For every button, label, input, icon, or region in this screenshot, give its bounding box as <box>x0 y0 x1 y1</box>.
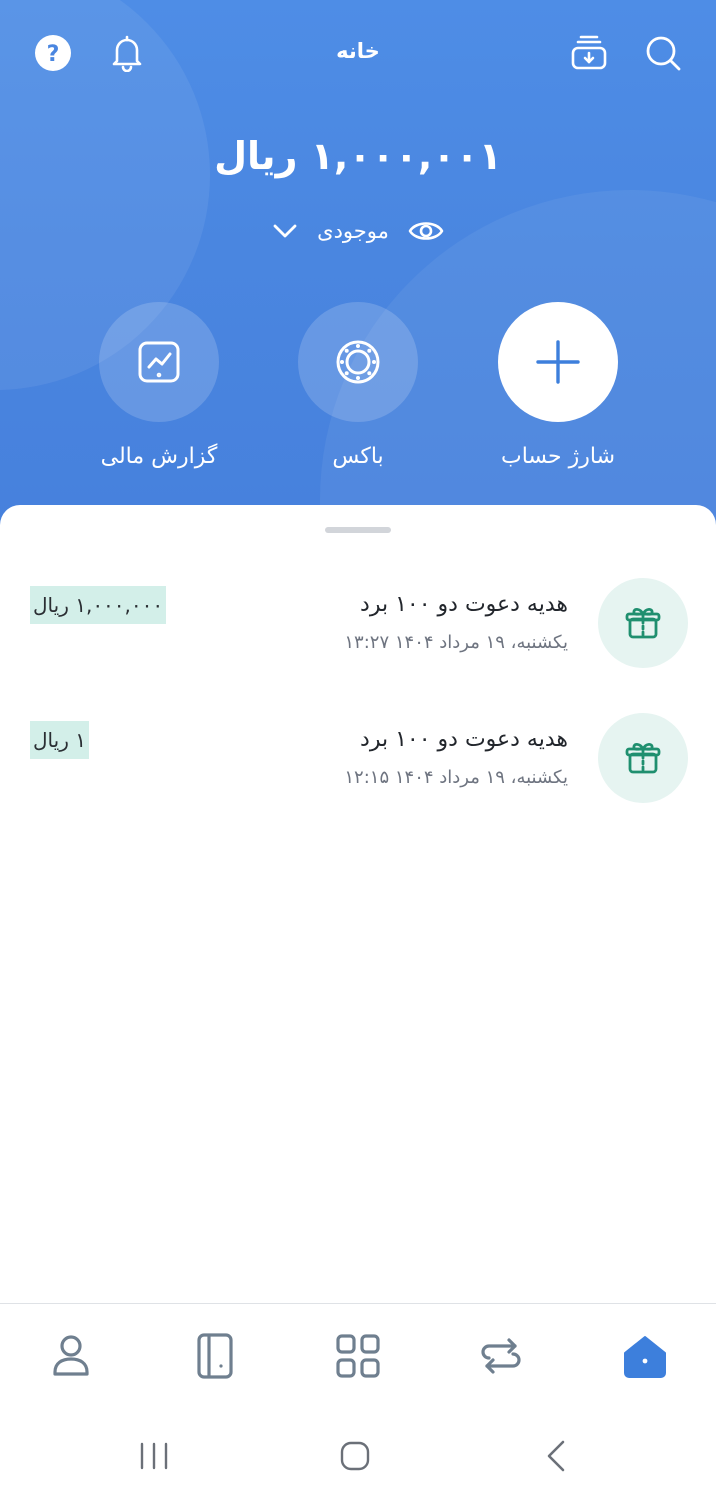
inbox-download-icon[interactable] <box>566 30 612 76</box>
page-title: خانه <box>336 39 380 63</box>
header: ? خانه ۱,۰۰۰,۰۰۱ ریال موجودی گزارش مالی … <box>0 0 716 560</box>
system-home-icon[interactable] <box>325 1431 385 1481</box>
transaction-title: هدیه دعوت دو ۱۰۰ برد <box>360 592 568 617</box>
box-icon[interactable] <box>298 302 418 422</box>
chart-report-icon[interactable] <box>99 302 219 422</box>
transaction-row[interactable]: هدیه دعوت دو ۱۰۰ برد یکشنبه، ۱۹ مرداد ۱۴… <box>0 578 716 678</box>
transaction-date: یکشنبه، ۱۹ مرداد ۱۴۰۴ ۱۳:۲۷ <box>344 632 568 653</box>
transaction-title: هدیه دعوت دو ۱۰۰ برد <box>360 727 568 752</box>
back-icon[interactable] <box>526 1431 586 1481</box>
help-icon[interactable]: ? <box>30 30 76 76</box>
action-label: گزارش مالی <box>100 444 218 469</box>
chevron-down-icon[interactable] <box>271 217 299 245</box>
transaction-date: یکشنبه، ۱۹ مرداد ۱۴۰۴ ۱۲:۱۵ <box>344 767 568 788</box>
system-nav-bar <box>0 1413 716 1500</box>
home-icon[interactable] <box>615 1326 675 1386</box>
gift-icon <box>598 578 688 668</box>
wallet-screen: ? خانه ۱,۰۰۰,۰۰۱ ریال موجودی گزارش مالی … <box>0 0 716 1500</box>
transaction-row[interactable]: هدیه دعوت دو ۱۰۰ برد یکشنبه، ۱۹ مرداد ۱۴… <box>0 713 716 813</box>
transactions-sheet: هدیه دعوت دو ۱۰۰ برد یکشنبه، ۱۹ مرداد ۱۴… <box>0 505 716 1305</box>
transaction-amount: ۱ ریال <box>30 721 89 759</box>
bottom-nav <box>0 1303 716 1413</box>
charge-account-button[interactable]: شارژ حساب <box>473 302 643 482</box>
gift-icon <box>598 713 688 803</box>
search-icon[interactable] <box>640 30 686 76</box>
balance-amount: ۱,۰۰۰,۰۰۱ ریال <box>214 134 502 178</box>
recents-icon[interactable] <box>124 1431 184 1481</box>
profile-icon[interactable] <box>41 1326 101 1386</box>
cards-icon[interactable] <box>185 1326 245 1386</box>
box-button[interactable]: باکس <box>273 302 443 482</box>
transaction-amount: ۱,۰۰۰,۰۰۰ ریال <box>30 586 167 624</box>
financial-report-button[interactable]: گزارش مالی <box>74 302 244 482</box>
svg-text:?: ? <box>47 42 60 67</box>
balance-label: موجودی <box>317 219 389 243</box>
transfer-icon[interactable] <box>471 1326 531 1386</box>
action-label: باکس <box>332 444 384 469</box>
plus-icon[interactable] <box>498 302 618 422</box>
action-label: شارژ حساب <box>500 444 616 469</box>
sheet-handle[interactable] <box>325 527 391 533</box>
services-grid-icon[interactable] <box>328 1326 388 1386</box>
bell-icon[interactable] <box>104 30 150 76</box>
balance-toggle[interactable]: موجودی <box>250 208 466 254</box>
eye-icon[interactable] <box>407 217 445 245</box>
